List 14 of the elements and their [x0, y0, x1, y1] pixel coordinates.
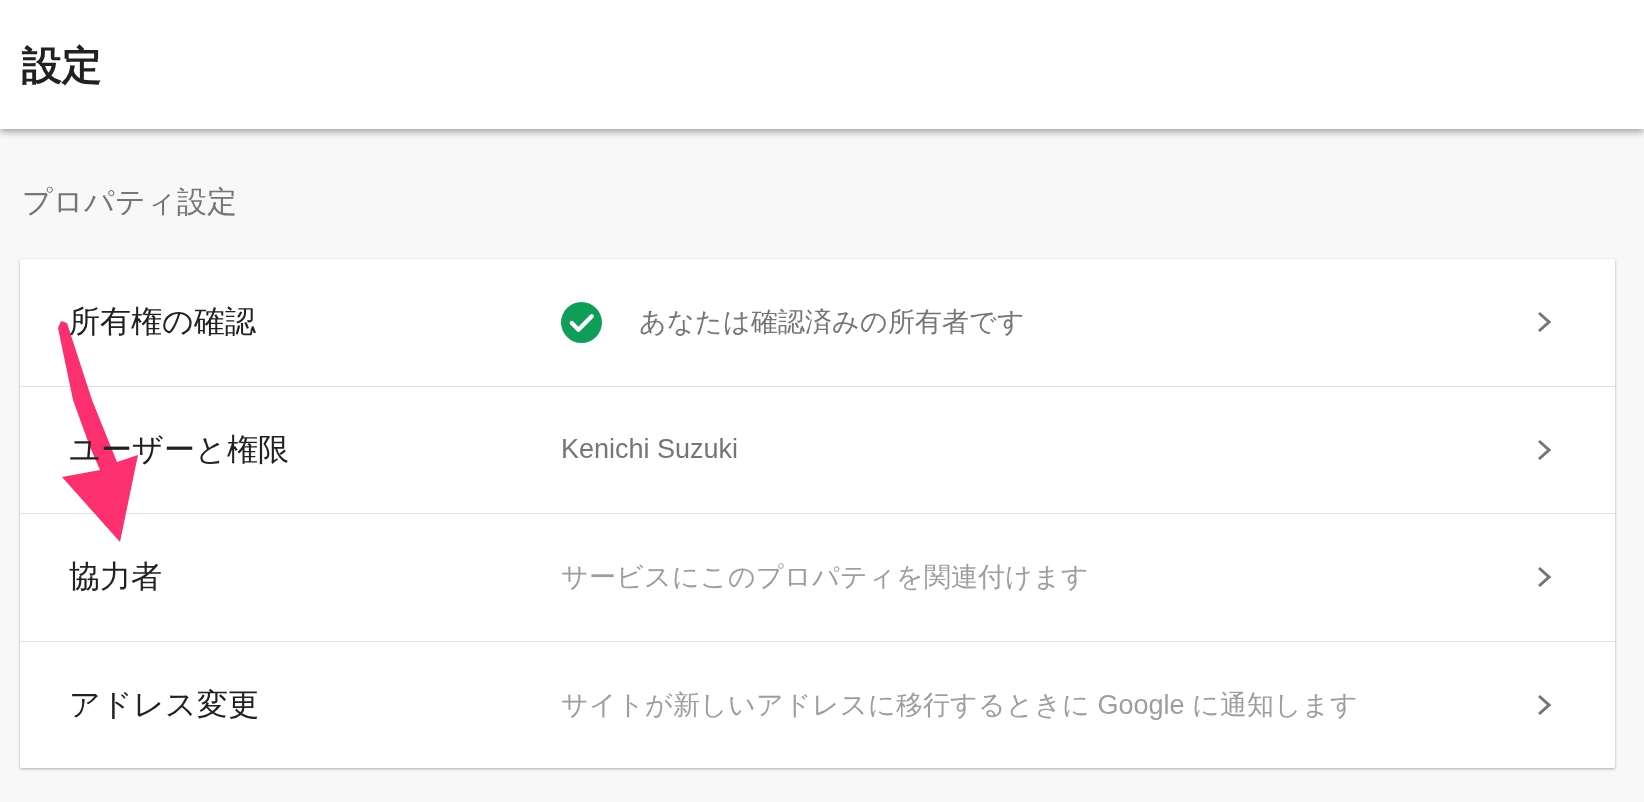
setting-description: サービスにこのプロパティを関連付けます [561, 561, 1089, 595]
chevron-right-icon[interactable] [1537, 311, 1551, 334]
setting-label[interactable]: アドレス変更 [69, 683, 259, 726]
page-title: 設定 [22, 41, 102, 89]
chevron-right-icon[interactable] [1537, 566, 1551, 589]
setting-label[interactable]: 協力者 [69, 556, 162, 599]
setting-description: サイトが新しいアドレスに移行するときに Google に通知します [561, 688, 1359, 722]
status-text: あなたは確認済みの所有者です [639, 306, 1025, 340]
section-title: プロパティ設定 [22, 184, 237, 220]
setting-label[interactable]: 所有権の確認 [69, 301, 256, 344]
chevron-right-icon[interactable] [1537, 438, 1551, 461]
chevron-right-icon[interactable] [1537, 693, 1551, 716]
setting-value: Kenichi Suzuki [561, 434, 739, 466]
check-circle-icon [561, 301, 602, 343]
